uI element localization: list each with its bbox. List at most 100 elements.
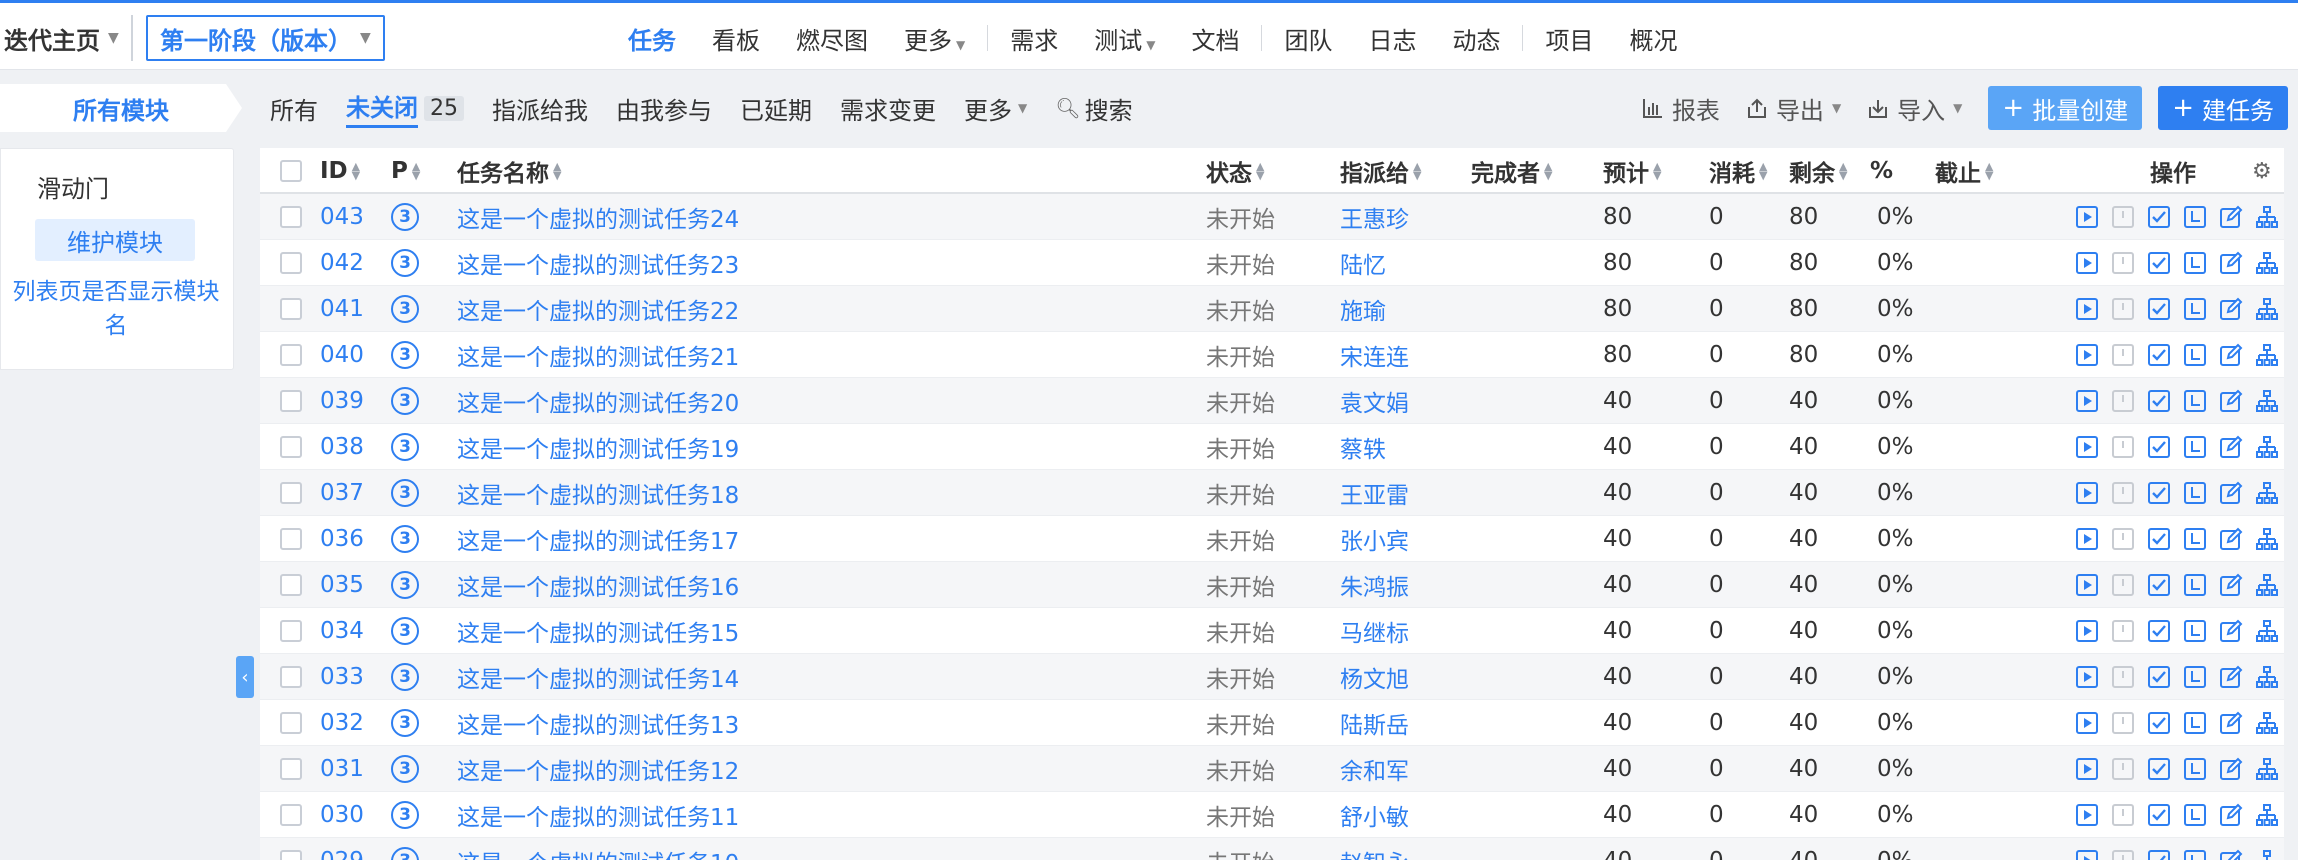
start-icon[interactable] [2075,481,2099,505]
subtask-icon[interactable] [2255,665,2279,689]
subtask-icon[interactable] [2255,803,2279,827]
record-hours-icon[interactable] [2183,389,2207,413]
breadcrumb-home[interactable]: 迭代主页 ▼ [0,15,133,61]
col-estimate[interactable]: 预计 ▲ ▼ [1603,148,1661,194]
task-assignee[interactable]: 舒小敏 [1340,792,1409,838]
start-icon[interactable] [2075,527,2099,551]
task-name-link[interactable]: 这是一个虚拟的测试任务11 [457,792,739,838]
task-assignee[interactable]: 余和军 [1340,746,1409,792]
subtask-icon[interactable] [2255,389,2279,413]
record-hours-icon[interactable] [2183,481,2207,505]
finish-icon[interactable] [2147,297,2171,321]
row-checkbox[interactable] [280,252,302,274]
tree-item-module[interactable]: 滑动门 [37,169,109,204]
filter-involved[interactable]: 由我参与 [602,91,726,126]
nav-item-0[interactable]: 任务 [610,21,694,56]
subtask-icon[interactable] [2255,527,2279,551]
row-checkbox[interactable] [280,712,302,734]
row-checkbox[interactable] [280,206,302,228]
edit-icon[interactable] [2219,527,2243,551]
row-checkbox[interactable] [280,390,302,412]
task-name-link[interactable]: 这是一个虚拟的测试任务16 [457,562,739,608]
nav-item-7[interactable]: 团队 [1266,21,1350,56]
nav-item-11[interactable]: 概况 [1611,21,1695,56]
all-modules-tab[interactable]: 所有模块 [0,84,242,132]
subtask-icon[interactable] [2255,481,2279,505]
start-icon[interactable] [2075,757,2099,781]
task-name-link[interactable]: 这是一个虚拟的测试任务12 [457,746,739,792]
record-hours-icon[interactable] [2183,849,2207,860]
row-checkbox[interactable] [280,666,302,688]
finish-icon[interactable] [2147,251,2171,275]
start-icon[interactable] [2075,343,2099,367]
start-icon[interactable] [2075,297,2099,321]
row-checkbox[interactable] [280,574,302,596]
col-name[interactable]: 任务名称 ▲ ▼ [457,148,561,194]
sidebar-collapse-handle[interactable]: ‹ [236,656,254,698]
filter-more[interactable]: 更多 ▼ [950,91,1041,126]
row-checkbox[interactable] [280,344,302,366]
finish-icon[interactable] [2147,343,2171,367]
nav-item-9[interactable]: 动态 [1434,21,1518,56]
finish-icon[interactable] [2147,803,2171,827]
task-assignee[interactable]: 赵智永 [1340,838,1409,860]
start-icon[interactable] [2075,389,2099,413]
start-icon[interactable] [2075,849,2099,860]
task-assignee[interactable]: 王惠珍 [1340,194,1409,240]
row-checkbox[interactable] [280,758,302,780]
subtask-icon[interactable] [2255,757,2279,781]
row-checkbox[interactable] [280,850,302,860]
finish-icon[interactable] [2147,665,2171,689]
col-left[interactable]: 剩余 ▲ ▼ [1789,148,1847,194]
task-assignee[interactable]: 杨文旭 [1340,654,1409,700]
subtask-icon[interactable] [2255,205,2279,229]
edit-icon[interactable] [2219,435,2243,459]
task-name-link[interactable]: 这是一个虚拟的测试任务13 [457,700,739,746]
record-hours-icon[interactable] [2183,343,2207,367]
record-hours-icon[interactable] [2183,619,2207,643]
record-hours-icon[interactable] [2183,251,2207,275]
edit-icon[interactable] [2219,803,2243,827]
nav-item-4[interactable]: 需求 [992,21,1076,56]
task-assignee[interactable]: 王亚雷 [1340,470,1409,516]
row-checkbox[interactable] [280,436,302,458]
edit-icon[interactable] [2219,665,2243,689]
subtask-icon[interactable] [2255,849,2279,860]
task-name-link[interactable]: 这是一个虚拟的测试任务17 [457,516,739,562]
row-checkbox[interactable] [280,620,302,642]
finish-icon[interactable] [2147,573,2171,597]
nav-item-5[interactable]: 测试 ▼ [1076,21,1173,56]
row-checkbox[interactable] [280,298,302,320]
task-name-link[interactable]: 这是一个虚拟的测试任务20 [457,378,739,424]
record-hours-icon[interactable] [2183,527,2207,551]
task-assignee[interactable]: 朱鸿振 [1340,562,1409,608]
search-toggle[interactable]: 🔍︎ 搜索 [1041,91,1146,126]
col-finished-by[interactable]: 完成者 ▲ ▼ [1471,148,1552,194]
nav-item-2[interactable]: 燃尽图 [778,21,886,56]
nav-item-8[interactable]: 日志 [1350,21,1434,56]
col-pri[interactable]: P ▲ ▼ [391,148,420,194]
task-name-link[interactable]: 这是一个虚拟的测试任务22 [457,286,739,332]
finish-icon[interactable] [2147,849,2171,860]
subtask-icon[interactable] [2255,435,2279,459]
subtask-icon[interactable] [2255,711,2279,735]
start-icon[interactable] [2075,803,2099,827]
col-consumed[interactable]: 消耗 ▲ ▼ [1709,148,1767,194]
record-hours-icon[interactable] [2183,297,2207,321]
record-hours-icon[interactable] [2183,711,2207,735]
finish-icon[interactable] [2147,389,2171,413]
record-hours-icon[interactable] [2183,573,2207,597]
edit-icon[interactable] [2219,849,2243,860]
nav-item-1[interactable]: 看板 [694,21,778,56]
create-task-button[interactable]: + 建任务 [2158,86,2288,130]
task-name-link[interactable]: 这是一个虚拟的测试任务15 [457,608,739,654]
nav-item-6[interactable]: 文档 [1173,21,1257,56]
batch-create-button[interactable]: + 批量创建 [1988,86,2143,130]
subtask-icon[interactable] [2255,619,2279,643]
finish-icon[interactable] [2147,619,2171,643]
filter-all[interactable]: 所有 [256,91,332,126]
subtask-icon[interactable] [2255,297,2279,321]
nav-item-10[interactable]: 项目 [1527,21,1611,56]
column-settings[interactable]: ⚙ [2252,148,2272,194]
nav-item-3[interactable]: 更多 ▼ [886,21,983,56]
